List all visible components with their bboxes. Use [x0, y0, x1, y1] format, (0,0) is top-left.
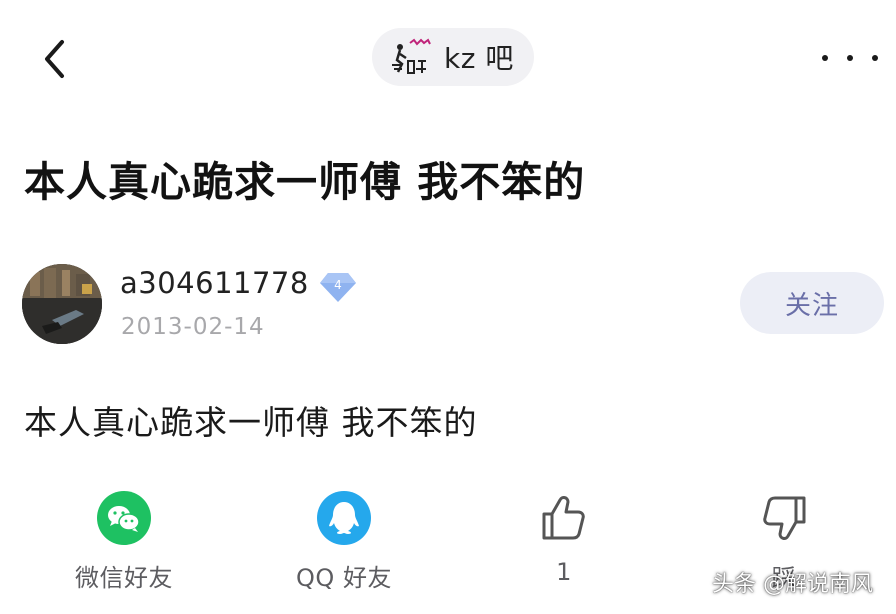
forum-logo-icon	[386, 35, 438, 79]
author-username[interactable]: a304611778	[120, 266, 309, 300]
back-button[interactable]	[38, 36, 74, 82]
share-qq-button[interactable]: QQ 好友	[264, 490, 424, 593]
wechat-icon	[97, 491, 151, 545]
like-button[interactable]: 1	[484, 490, 644, 586]
post-date: 2013-02-14	[121, 314, 265, 340]
post-body: 本人真心跪求一师傅 我不笨的	[24, 403, 478, 442]
share-wechat-button[interactable]: 微信好友	[44, 490, 204, 593]
chevron-left-icon	[45, 40, 64, 78]
forum-name: kz 吧	[444, 42, 514, 75]
level-number: 4	[334, 278, 342, 292]
forum-header-button[interactable]: kz 吧	[372, 28, 534, 86]
more-options-button[interactable]	[822, 40, 878, 76]
more-dot-icon	[872, 55, 878, 61]
like-count: 1	[556, 558, 572, 586]
thumbs-down-icon	[763, 496, 806, 540]
post-title: 本人真心跪求一师傅 我不笨的	[24, 158, 586, 206]
share-qq-label: QQ 好友	[296, 564, 392, 592]
level-badge-icon: 4	[320, 273, 356, 302]
author-avatar[interactable]	[22, 264, 102, 344]
thumbs-up-icon	[542, 496, 585, 540]
share-wechat-label: 微信好友	[75, 564, 173, 592]
more-dot-icon	[822, 55, 828, 61]
more-dot-icon	[847, 55, 853, 61]
follow-button[interactable]: 关注	[740, 272, 884, 334]
qq-icon	[317, 491, 371, 545]
watermark: 头条 @解说南风	[712, 572, 873, 597]
avatar-image	[22, 264, 102, 344]
